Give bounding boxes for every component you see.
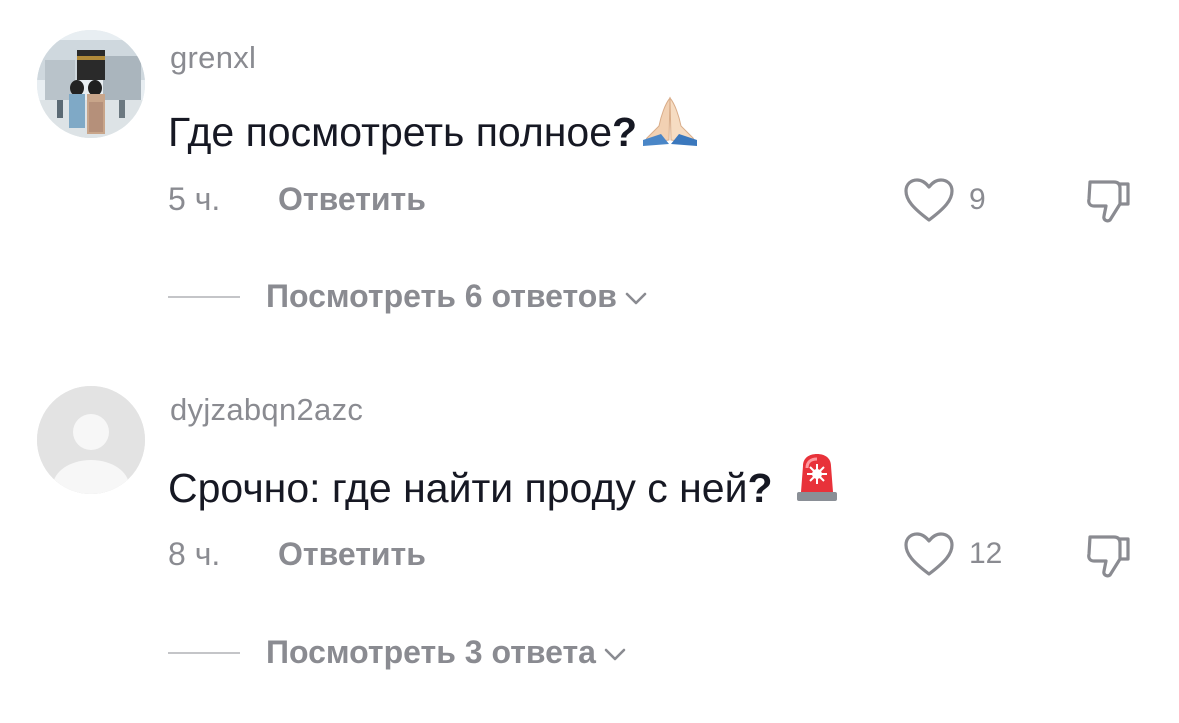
police-light-icon	[795, 452, 839, 512]
comment-time: 8 ч.	[168, 536, 221, 572]
reply-button[interactable]: Ответить	[278, 536, 426, 573]
view-replies-button[interactable]: Посмотреть 3 ответа	[168, 634, 626, 671]
view-replies-label: Посмотреть 6 ответов	[266, 278, 617, 314]
thread-divider	[168, 295, 240, 298]
dislike-button[interactable]	[1084, 176, 1132, 229]
comment-body: Срочно: где найти проду с ней	[168, 465, 748, 511]
like-button[interactable]: 12	[903, 531, 1002, 577]
view-replies-button[interactable]: Посмотреть 6 ответов	[168, 278, 647, 315]
comment-username[interactable]: dyjzabqn2azc	[170, 392, 363, 428]
comment-body: Где посмотреть полное	[168, 109, 612, 155]
comment-text: Где посмотреть полное?	[168, 96, 699, 156]
comment-meta: 5 ч. Ответить	[168, 181, 426, 218]
comment-punctuation: ?	[612, 109, 638, 155]
heart-icon	[904, 532, 954, 576]
comment-text: Срочно: где найти проду с ней?	[168, 452, 839, 512]
dislike-button[interactable]	[1084, 531, 1132, 584]
chevron-down-icon	[604, 648, 626, 660]
reply-button[interactable]: Ответить	[278, 181, 426, 218]
thumbs-down-icon	[1087, 180, 1130, 223]
avatar[interactable]	[37, 30, 145, 138]
like-count: 9	[969, 183, 986, 216]
default-avatar-icon	[37, 386, 145, 494]
heart-icon	[904, 178, 954, 222]
comment-time: 5 ч.	[168, 181, 221, 217]
like-button[interactable]: 9	[903, 177, 986, 223]
folded-hands-icon	[641, 96, 699, 156]
thumbs-down-icon	[1087, 535, 1130, 578]
comment-punctuation: ?	[747, 465, 773, 511]
comment-username[interactable]: grenxl	[170, 40, 256, 76]
like-count: 12	[969, 537, 1003, 570]
comment-meta: 8 ч. Ответить	[168, 536, 426, 573]
avatar[interactable]	[37, 386, 145, 494]
thread-divider	[168, 651, 240, 654]
view-replies-label: Посмотреть 3 ответа	[266, 634, 596, 670]
chevron-down-icon	[625, 292, 647, 304]
